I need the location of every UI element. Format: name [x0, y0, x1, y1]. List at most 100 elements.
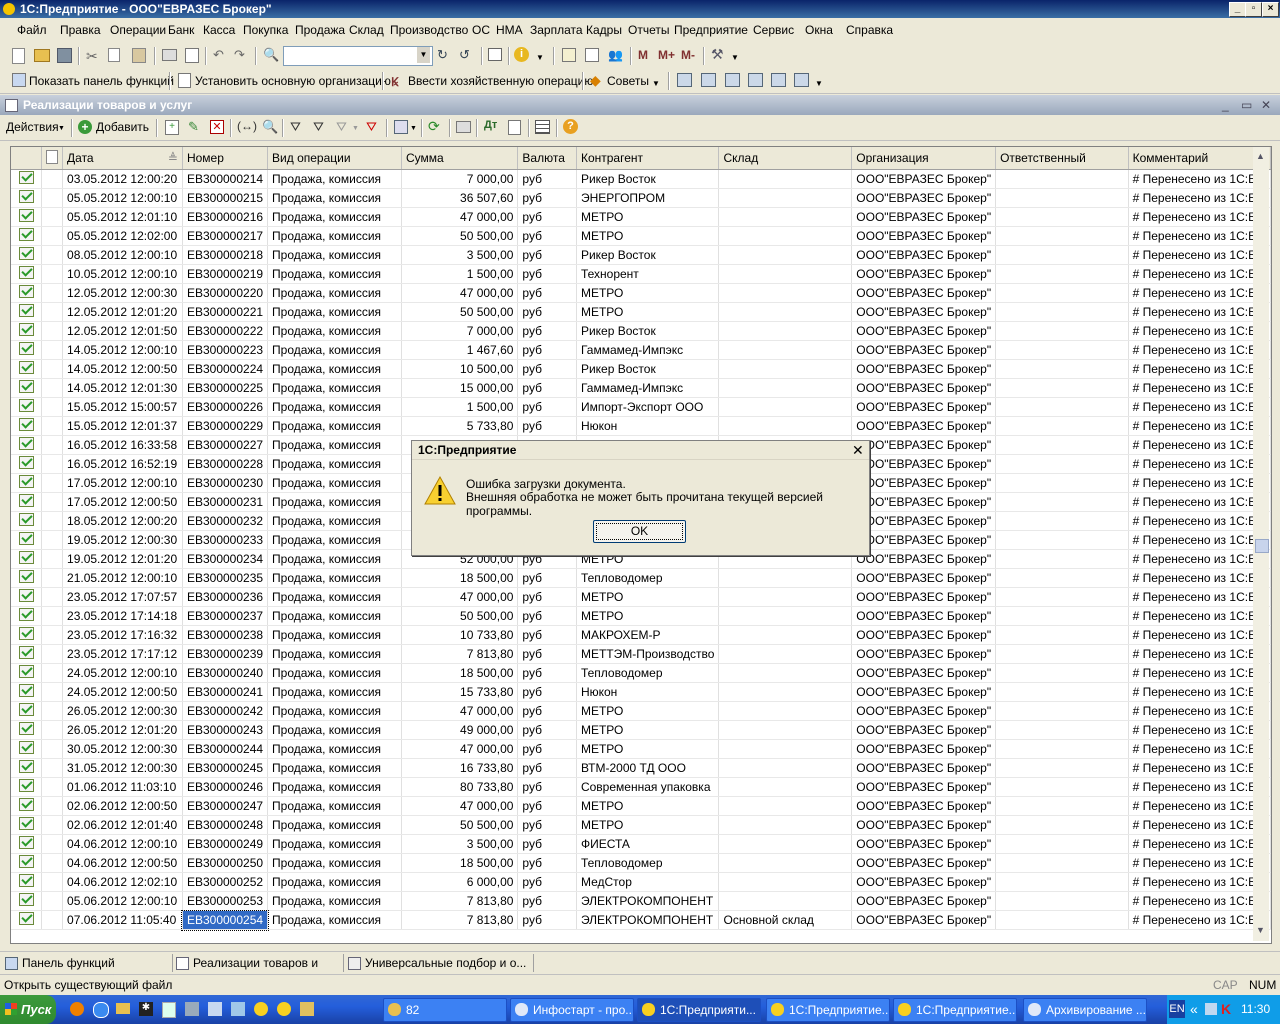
- report-icon[interactable]: [725, 73, 740, 87]
- cell[interactable]: Рикер Восток: [576, 169, 720, 189]
- cell[interactable]: Продажа, комиссия: [267, 435, 402, 455]
- column-header[interactable]: Комментарий: [1128, 147, 1271, 170]
- cell[interactable]: МЕТРО: [576, 283, 720, 303]
- add-button[interactable]: Добавить: [96, 120, 149, 134]
- cell[interactable]: 12.05.2012 12:00:30: [62, 283, 183, 303]
- cell[interactable]: 47 000,00: [401, 701, 519, 721]
- table-row[interactable]: 10.05.2012 12:00:10 ЕВ300000219 Продажа, к…: [11, 264, 1271, 284]
- cell[interactable]: [718, 758, 853, 778]
- menu-item[interactable]: НМА: [496, 23, 523, 37]
- cell[interactable]: ООО"ЕВРАЗЕС Брокер": [851, 701, 997, 721]
- cell[interactable]: руб: [517, 739, 577, 759]
- cell[interactable]: ООО"ЕВРАЗЕС Брокер": [851, 416, 997, 436]
- cell[interactable]: руб: [517, 340, 577, 360]
- cell[interactable]: Рикер Восток: [576, 359, 720, 379]
- cell[interactable]: # Перенесено из 1С:Б...: [1128, 473, 1271, 493]
- cell[interactable]: 18 500,00: [401, 568, 519, 588]
- chevron-down-icon[interactable]: ▼: [731, 53, 747, 69]
- cell[interactable]: # Перенесено из 1С:Б...: [1128, 834, 1271, 854]
- cell[interactable]: [718, 245, 853, 265]
- cell[interactable]: руб: [517, 321, 577, 341]
- cell[interactable]: # Перенесено из 1С:Б...: [1128, 891, 1271, 911]
- cell[interactable]: [718, 663, 853, 683]
- cell[interactable]: ЕВ300000241: [182, 682, 269, 702]
- report-icon[interactable]: [748, 73, 763, 87]
- menu-item[interactable]: Продажа: [295, 23, 345, 37]
- menu-item[interactable]: Справка: [846, 23, 893, 37]
- cell[interactable]: [718, 226, 853, 246]
- cell[interactable]: # Перенесено из 1С:Б...: [1128, 302, 1271, 322]
- cell[interactable]: 7 813,80: [401, 891, 519, 911]
- cell[interactable]: руб: [517, 264, 577, 284]
- cell[interactable]: ООО"ЕВРАЗЕС Брокер": [851, 492, 997, 512]
- table-row[interactable]: 15.05.2012 12:01:37 ЕВ300000229 Продажа, к…: [11, 416, 1271, 436]
- table-row[interactable]: 30.05.2012 12:00:30 ЕВ300000244 Продажа, к…: [11, 739, 1271, 759]
- info-icon[interactable]: i: [514, 47, 529, 62]
- taskbar-button[interactable]: 82: [383, 998, 507, 1022]
- cell[interactable]: 23.05.2012 17:16:32: [62, 625, 183, 645]
- column-header[interactable]: Номер: [182, 147, 269, 170]
- cell[interactable]: 01.06.2012 11:03:10: [62, 777, 183, 797]
- cell[interactable]: МАКРОХЕМ-Р: [576, 625, 720, 645]
- cell[interactable]: 36 507,60: [401, 188, 519, 208]
- table-row[interactable]: 24.05.2012 12:00:50 ЕВ300000241 Продажа, к…: [11, 682, 1271, 702]
- cell[interactable]: руб: [517, 834, 577, 854]
- close-button[interactable]: ×: [1262, 2, 1279, 17]
- cell[interactable]: Продажа, комиссия: [267, 264, 402, 284]
- cell[interactable]: Продажа, комиссия: [267, 910, 402, 930]
- cell[interactable]: 05.06.2012 12:00:10: [62, 891, 183, 911]
- cell[interactable]: ООО"ЕВРАЗЕС Брокер": [851, 910, 997, 930]
- cell[interactable]: руб: [517, 416, 577, 436]
- cell[interactable]: Продажа, комиссия: [267, 188, 402, 208]
- filter-icon[interactable]: ⛛: [290, 119, 306, 135]
- cell[interactable]: Продажа, комиссия: [267, 625, 402, 645]
- cell[interactable]: [995, 872, 1129, 892]
- cell[interactable]: Продажа, комиссия: [267, 568, 402, 588]
- app-icon[interactable]: [300, 1002, 314, 1016]
- filter-history-icon[interactable]: ⛛: [336, 119, 352, 135]
- menu-item[interactable]: Покупка: [243, 23, 288, 37]
- cell[interactable]: Тепловодомер: [576, 568, 720, 588]
- cell[interactable]: [718, 340, 853, 360]
- cell[interactable]: ООО"ЕВРАЗЕС Брокер": [851, 226, 997, 246]
- menu-item[interactable]: Отчеты: [628, 23, 669, 37]
- cell[interactable]: ЕВ300000249: [182, 834, 269, 854]
- enter-based-on-icon[interactable]: [394, 120, 408, 134]
- cell[interactable]: 7 813,80: [401, 644, 519, 664]
- cell[interactable]: руб: [517, 777, 577, 797]
- cell[interactable]: руб: [517, 226, 577, 246]
- cell[interactable]: [995, 302, 1129, 322]
- copy-document-icon[interactable]: +: [165, 120, 179, 135]
- cell[interactable]: ООО"ЕВРАЗЕС Брокер": [851, 720, 997, 740]
- cell[interactable]: руб: [517, 302, 577, 322]
- cell[interactable]: # Перенесено из 1С:Б...: [1128, 321, 1271, 341]
- cell[interactable]: Рикер Восток: [576, 245, 720, 265]
- column-header[interactable]: Ответственный: [995, 147, 1129, 170]
- cell[interactable]: Продажа, комиссия: [267, 511, 402, 531]
- cell[interactable]: МЕТРО: [576, 701, 720, 721]
- table-row[interactable]: 04.06.2012 12:02:10 ЕВ300000252 Продажа, к…: [11, 872, 1271, 892]
- copy-icon[interactable]: [108, 48, 120, 62]
- table-row[interactable]: 07.06.2012 11:05:40 ЕВ300000254 Продажа, к…: [11, 909, 1271, 931]
- cell[interactable]: ЕВ300000252: [182, 872, 269, 892]
- table-row[interactable]: 05.06.2012 12:00:10 ЕВ300000253 Продажа, к…: [11, 891, 1271, 911]
- cell[interactable]: 7 813,80: [401, 910, 519, 930]
- cell[interactable]: ЕВ300000222: [182, 321, 269, 341]
- menu-item[interactable]: Производство: [390, 23, 468, 37]
- cell[interactable]: ООО"ЕВРАЗЕС Брокер": [851, 739, 997, 759]
- chevron-down-icon[interactable]: ▼: [815, 79, 831, 95]
- cell[interactable]: Продажа, комиссия: [267, 378, 402, 398]
- cell[interactable]: # Перенесено из 1С:Б...: [1128, 188, 1271, 208]
- cell[interactable]: ЕВ300000226: [182, 397, 269, 417]
- cell[interactable]: ООО"ЕВРАЗЕС Брокер": [851, 663, 997, 683]
- cell[interactable]: ЕВ300000225: [182, 378, 269, 398]
- cell[interactable]: # Перенесено из 1С:Б...: [1128, 454, 1271, 474]
- cell[interactable]: ЕВ300000253: [182, 891, 269, 911]
- cell[interactable]: ЕВ300000247: [182, 796, 269, 816]
- cell[interactable]: [718, 625, 853, 645]
- cell[interactable]: # Перенесено из 1С:Б...: [1128, 777, 1271, 797]
- cell[interactable]: руб: [517, 625, 577, 645]
- cell[interactable]: [995, 815, 1129, 835]
- cell[interactable]: ООО"ЕВРАЗЕС Брокер": [851, 758, 997, 778]
- cell[interactable]: 23.05.2012 17:17:12: [62, 644, 183, 664]
